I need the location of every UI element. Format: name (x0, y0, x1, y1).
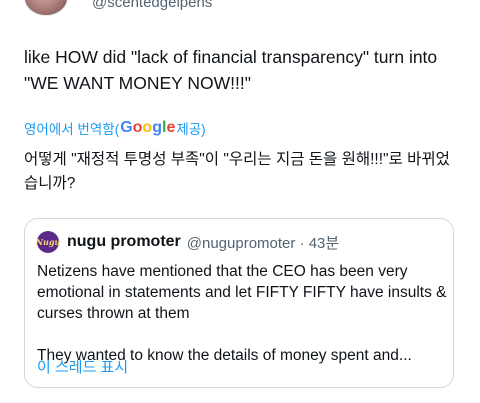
quote-paragraph: Netizens have mentioned that the CEO has… (37, 263, 447, 322)
quote-author-name: nugu promoter (67, 233, 181, 250)
author-avatar[interactable] (24, 0, 68, 16)
quote-author-avatar: Nugu (35, 231, 61, 253)
tweet-text: like HOW did "lack of financial transpar… (24, 47, 438, 93)
translated-tweet-text: 어떻게 "재정적 투명성 부족"이 "우리는 지금 돈을 원해!!!"로 바뀌었… (24, 151, 450, 192)
quote-body: Netizens have mentioned that the CEO has… (37, 261, 447, 366)
author-handle[interactable]: @scentedgelpens (92, 0, 212, 11)
translation-prefix: 영어에서 번역함( (24, 122, 120, 137)
translated-by-google-link[interactable]: 영어에서 번역함( Google 제공) (24, 118, 206, 138)
quote-header: Nugu nugu promoter @nugupromoter · 43분 (35, 231, 340, 253)
google-letter: g (152, 119, 162, 136)
translation-suffix: 제공) (176, 122, 206, 137)
tweet-author-row: @scentedgelpens (0, 0, 480, 20)
quote-author-meta: @nugupromoter · 43분 (186, 234, 340, 252)
google-letter: G (120, 119, 133, 136)
show-thread-link[interactable]: 이 스레드 표시 (37, 356, 128, 377)
google-letter: e (166, 119, 176, 136)
google-letter: o (142, 119, 153, 136)
google-logo: Google (120, 119, 175, 137)
quote-tweet-card[interactable]: Nugu nugu promoter @nugupromoter · 43분 N… (24, 218, 454, 388)
quote-avatar-label: Nugu (35, 237, 61, 247)
google-letter: o (132, 119, 143, 136)
